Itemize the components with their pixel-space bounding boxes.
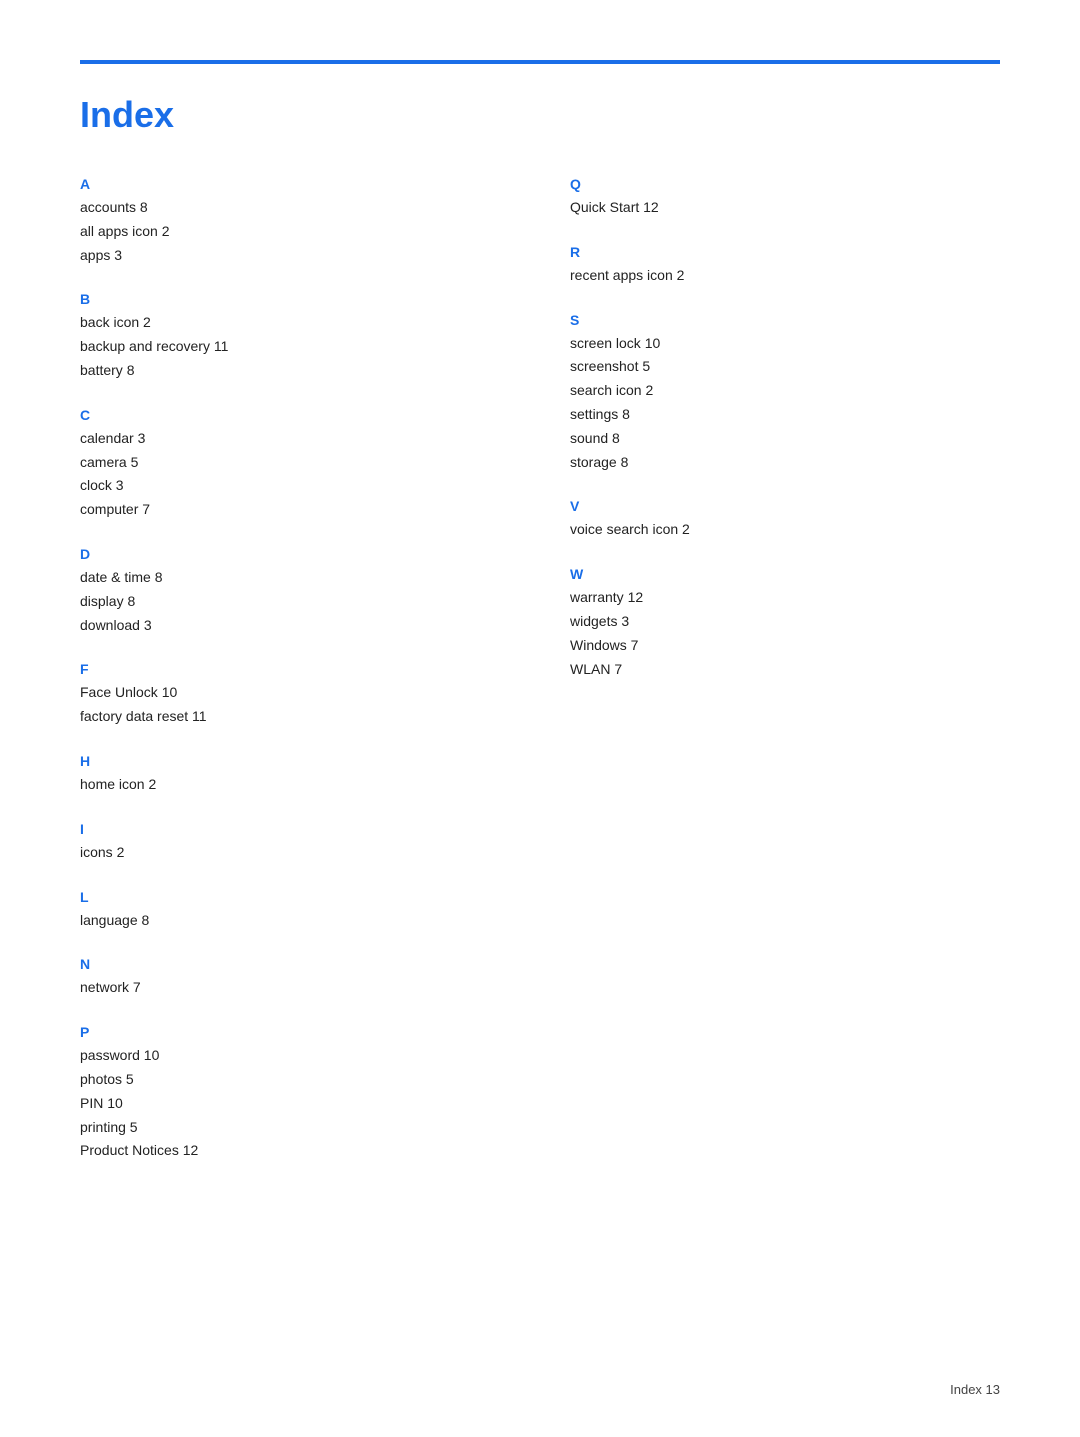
index-entry: language 8 [80,909,510,933]
index-section: Ddate & time 8display 8download 3 [80,546,510,637]
index-section: Iicons 2 [80,821,510,865]
index-entry: network 7 [80,976,510,1000]
section-letter: S [570,312,1000,328]
index-section: Aaccounts 8all apps icon 2apps 3 [80,176,510,267]
index-entry: widgets 3 [570,610,1000,634]
index-section: Rrecent apps icon 2 [570,244,1000,288]
index-entry: calendar 3 [80,427,510,451]
index-section: Llanguage 8 [80,889,510,933]
index-entry: password 10 [80,1044,510,1068]
index-section: Bback icon 2backup and recovery 11batter… [80,291,510,382]
section-letter: W [570,566,1000,582]
index-entry: search icon 2 [570,379,1000,403]
index-entry: camera 5 [80,451,510,475]
index-section: F Face Unlock 10factory data reset 11 [80,661,510,729]
index-entry: Quick Start 12 [570,196,1000,220]
index-section: Ppassword 10photos 5PIN 10printing 5Prod… [80,1024,510,1163]
column-left: Aaccounts 8all apps icon 2apps 3 Bback ic… [80,176,510,1187]
index-entry: recent apps icon 2 [570,264,1000,288]
top-border [80,60,1000,64]
index-entry: WLAN 7 [570,658,1000,682]
page-title: Index [80,94,1000,136]
page: Index Aaccounts 8all apps icon 2apps 3 Bb… [0,0,1080,1437]
index-entry: battery 8 [80,359,510,383]
column-right: Q Quick Start 12 Rrecent apps icon 2 Sscree… [570,176,1000,705]
section-letter: I [80,821,510,837]
index-section: Nnetwork 7 [80,956,510,1000]
section-letter: B [80,291,510,307]
index-entry: voice search icon 2 [570,518,1000,542]
section-letter: P [80,1024,510,1040]
index-entry: Windows 7 [570,634,1000,658]
section-letter: H [80,753,510,769]
index-section: Hhome icon 2 [80,753,510,797]
index-entry: back icon 2 [80,311,510,335]
index-section: Ccalendar 3camera 5clock 3computer 7 [80,407,510,522]
index-section: Sscreen lock 10screenshot 5search icon 2… [570,312,1000,475]
section-letter: L [80,889,510,905]
section-letter: R [570,244,1000,260]
index-entry: factory data reset 11 [80,705,510,729]
section-letter: A [80,176,510,192]
index-entry: photos 5 [80,1068,510,1092]
index-entry: icons 2 [80,841,510,865]
section-letter: D [80,546,510,562]
index-entry: Face Unlock 10 [80,681,510,705]
index-section: Q Quick Start 12 [570,176,1000,220]
section-letter: N [80,956,510,972]
index-entry: accounts 8 [80,196,510,220]
index-columns: Aaccounts 8all apps icon 2apps 3 Bback ic… [80,176,1000,1187]
index-entry: screenshot 5 [570,355,1000,379]
index-entry: screen lock 10 [570,332,1000,356]
index-entry: backup and recovery 11 [80,335,510,359]
index-entry: Product Notices 12 [80,1139,510,1163]
section-letter: C [80,407,510,423]
index-entry: settings 8 [570,403,1000,427]
index-entry: storage 8 [570,451,1000,475]
index-section: Wwarranty 12widgets 3Windows 7WLAN 7 [570,566,1000,681]
index-entry: clock 3 [80,474,510,498]
index-entry: all apps icon 2 [80,220,510,244]
page-footer: Index 13 [950,1382,1000,1397]
section-letter: V [570,498,1000,514]
section-letter: Q [570,176,1000,192]
index-entry: download 3 [80,614,510,638]
index-entry: printing 5 [80,1116,510,1140]
index-entry: PIN 10 [80,1092,510,1116]
index-entry: computer 7 [80,498,510,522]
index-section: Vvoice search icon 2 [570,498,1000,542]
index-entry: date & time 8 [80,566,510,590]
index-entry: warranty 12 [570,586,1000,610]
index-entry: apps 3 [80,244,510,268]
section-letter: F [80,661,510,677]
index-entry: sound 8 [570,427,1000,451]
index-entry: home icon 2 [80,773,510,797]
index-entry: display 8 [80,590,510,614]
